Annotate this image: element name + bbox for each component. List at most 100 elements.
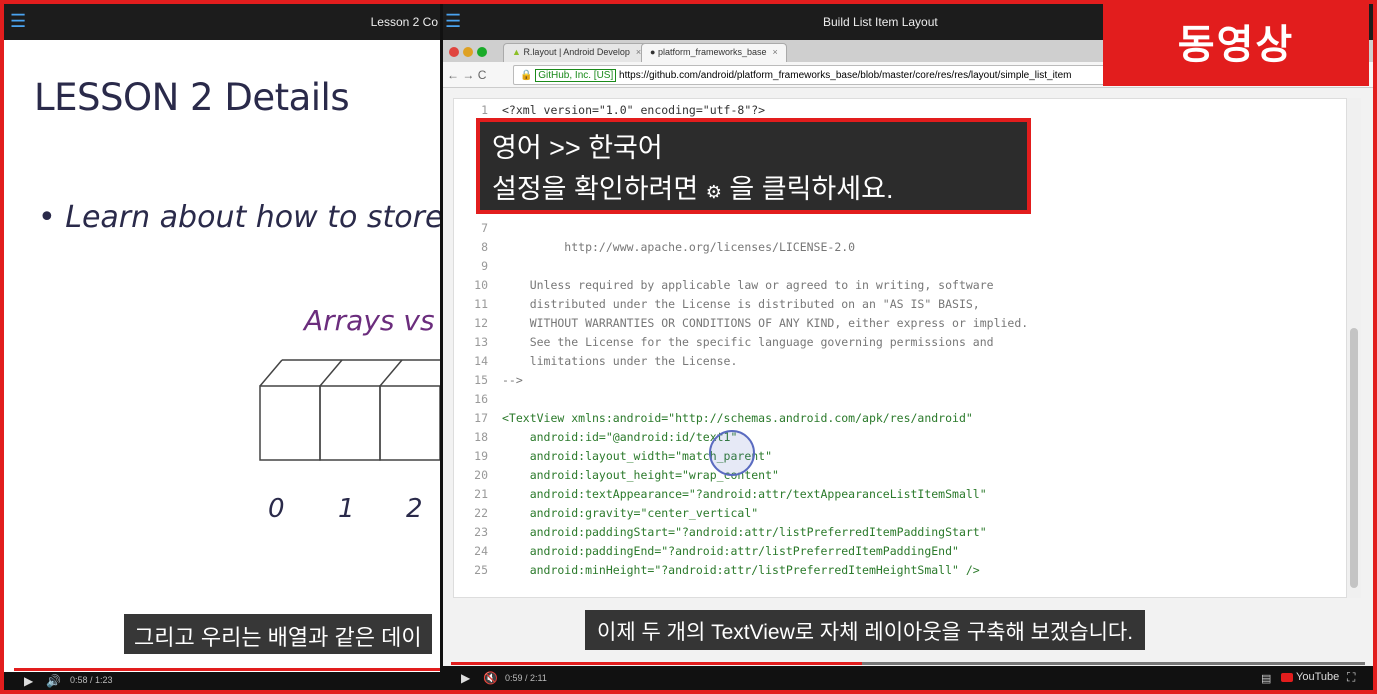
code-text: android:gravity="center_vertical"	[502, 506, 759, 520]
url-text: https://github.com/android/platform_fram…	[619, 70, 1072, 81]
lesson-heading: LESSON 2 Details	[34, 76, 350, 119]
code-scrollbar[interactable]	[1347, 98, 1361, 598]
captions-icon[interactable]: ▤	[1261, 672, 1271, 685]
code-line: 18 android:id="@android:id/text1"	[454, 430, 737, 449]
code-line: 16	[454, 392, 502, 411]
code-line: 8 http://www.apache.org/licenses/LICENSE…	[454, 240, 855, 259]
gear-icon: ⚙	[705, 182, 722, 202]
code-text: android:minHeight="?android:attr/listPre…	[502, 563, 980, 577]
settings-hint-overlay: 영어 >> 한국어 설정을 확인하려면 ⚙ 을 클릭하세요.	[476, 118, 1031, 214]
code-line: 24 android:paddingEnd="?android:attr/lis…	[454, 544, 959, 563]
array-index-1: 1	[338, 494, 355, 524]
play-icon[interactable]: ▶	[24, 674, 33, 688]
window-controls	[449, 44, 491, 62]
tab-platform-frameworks[interactable]: ● platform_frameworks_base ×	[641, 43, 787, 62]
tab-r-layout[interactable]: ▲ R.layout | Android Develop ×	[503, 43, 651, 62]
play-icon[interactable]: ▶	[461, 671, 470, 685]
code-line: 25 android:minHeight="?android:attr/list…	[454, 563, 980, 582]
code-text: Unless required by applicable law or agr…	[502, 278, 994, 292]
line-number: 23	[474, 525, 488, 539]
instruction-text: 을 클릭하세요.	[729, 174, 894, 204]
left-video-player[interactable]: ☰ Lesson 2 Co LESSON 2 Details • Learn a…	[4, 4, 440, 690]
right-video-title: Build List Item Layout	[823, 15, 938, 29]
youtube-logo[interactable]: YouTube	[1281, 671, 1339, 683]
code-text: distributed under the License is distrib…	[502, 297, 980, 311]
code-text: android:paddingEnd="?android:attr/listPr…	[502, 544, 959, 558]
tab-label: platform_frameworks_base	[657, 47, 767, 57]
menu-icon[interactable]: ☰	[445, 12, 461, 30]
navigation-buttons: ← → C	[447, 68, 486, 82]
forward-icon[interactable]: →	[462, 68, 474, 82]
fullscreen-icon[interactable]: ⛶	[1347, 670, 1355, 685]
volume-icon[interactable]: 🔊	[46, 674, 61, 688]
lesson-bullet: • Learn about how to store	[38, 200, 440, 235]
arrays-vs-heading: Arrays vs	[304, 304, 435, 337]
left-video-title: Lesson 2 Co	[370, 15, 438, 29]
code-line: 9	[454, 259, 502, 278]
code-line: 17 <TextView xmlns:android="http://schema…	[454, 411, 973, 430]
line-number: 19	[474, 449, 488, 463]
code-text: WITHOUT WARRANTIES OR CONDITIONS OF ANY …	[502, 316, 1029, 330]
code-text: See the License for the specific languag…	[502, 335, 994, 349]
language-line: 영어 >> 한국어	[492, 133, 663, 163]
line-number: 9	[481, 259, 488, 273]
line-number: 1	[481, 103, 488, 117]
line-number: 17	[474, 411, 488, 425]
right-progress-fill	[451, 662, 863, 665]
code-line: 14 limitations under the License.	[454, 354, 737, 373]
left-progress-fill	[14, 668, 440, 671]
code-line: 12 WITHOUT WARRANTIES OR CONDITIONS OF A…	[454, 316, 1028, 335]
code-text: android:id="@android:id/text1"	[502, 430, 738, 444]
line-number: 21	[474, 487, 488, 501]
line-number: 11	[474, 297, 488, 311]
code-text: limitations under the License.	[502, 354, 738, 368]
array-boxes-drawing	[259, 359, 440, 461]
settings-instruction: 설정을 확인하려면 ⚙ 을 클릭하세요.	[492, 169, 1015, 213]
menu-icon[interactable]: ☰	[10, 12, 26, 30]
line-number: 13	[474, 335, 488, 349]
array-index-0: 0	[268, 494, 285, 524]
right-video-player[interactable]: ☰ Build List Item Layout ▲ R.layout | An…	[443, 4, 1373, 690]
ssl-certificate-label: GitHub, Inc. [US]	[535, 69, 617, 82]
left-progress-bar[interactable]	[14, 668, 440, 671]
line-number: 14	[474, 354, 488, 368]
code-line: 21 android:textAppearance="?android:attr…	[454, 487, 987, 506]
right-progress-bar[interactable]	[451, 662, 1365, 665]
code-text: <?xml version="1.0" encoding="utf-8"?>	[502, 103, 766, 117]
tab-label: R.layout | Android Develop	[523, 47, 630, 57]
right-subtitle: 이제 두 개의 TextView로 자체 레이아웃을 구축해 보겠습니다.	[585, 610, 1146, 650]
code-text: http://www.apache.org/licenses/LICENSE-2…	[502, 240, 856, 254]
code-line: 23 android:paddingStart="?android:attr/l…	[454, 525, 987, 544]
volume-muted-icon[interactable]: 🔇	[483, 671, 498, 685]
line-number: 18	[474, 430, 488, 444]
code-line: 7	[454, 221, 502, 240]
left-time-display: 0:58 / 1:23	[70, 675, 113, 685]
left-subtitle: 그리고 우리는 배열과 같은 데이	[124, 614, 432, 654]
close-window-icon[interactable]	[449, 47, 459, 57]
line-number: 12	[474, 316, 488, 330]
back-icon[interactable]: ←	[447, 68, 459, 82]
line-number: 15	[474, 373, 488, 387]
line-number: 10	[474, 278, 488, 292]
youtube-label: YouTube	[1296, 671, 1340, 683]
code-text: android:textAppearance="?android:attr/te…	[502, 487, 987, 501]
close-tab-icon[interactable]: ×	[773, 47, 778, 57]
code-text: android:paddingStart="?android:attr/list…	[502, 525, 987, 539]
code-text: -->	[502, 373, 523, 387]
reload-icon[interactable]: C	[478, 68, 487, 82]
minimize-window-icon[interactable]	[463, 47, 473, 57]
url-field[interactable]: 🔒 GitHub, Inc. [US] https://github.com/a…	[513, 65, 1113, 85]
video-badge: 동영상	[1103, 4, 1369, 86]
right-time-display: 0:59 / 2:11	[505, 673, 547, 683]
right-player-controls: ▶ 🔇 0:59 / 2:11 ▤ YouTube ⛶	[443, 666, 1373, 690]
code-text: <TextView xmlns:android="http://schemas.…	[502, 411, 973, 425]
scrollbar-thumb[interactable]	[1350, 328, 1358, 588]
line-number: 24	[474, 544, 488, 558]
line-number: 16	[474, 392, 488, 406]
code-line: 10 Unless required by applicable law or …	[454, 278, 994, 297]
maximize-window-icon[interactable]	[477, 47, 487, 57]
code-line: 11 distributed under the License is dist…	[454, 297, 980, 316]
code-line: 22 android:gravity="center_vertical"	[454, 506, 758, 525]
line-number: 8	[481, 240, 488, 254]
instruction-text: 설정을 확인하려면	[492, 174, 699, 204]
